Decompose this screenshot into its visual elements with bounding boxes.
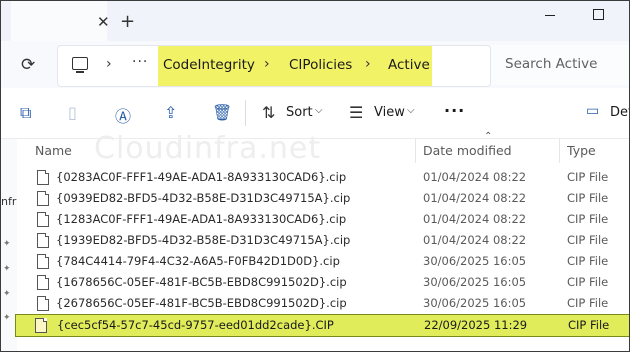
file-name: {1939ED82-BFD5-4D32-B58E-D31D3C49715A}.c… xyxy=(56,233,351,247)
file-date: 30/06/2025 16:05 xyxy=(423,296,527,310)
address-bar-row: ⟳ › ··· CodeIntegrity › CIPolicies › Act… xyxy=(1,41,629,88)
column-divider[interactable] xyxy=(559,139,560,163)
sort-up-icon: ⌃ xyxy=(484,131,493,142)
file-name: {2678656C-05EF-481F-BC5B-EBD8C991502D}.c… xyxy=(56,296,347,310)
breadcrumb-cipolicies[interactable]: CIPolicies xyxy=(289,57,352,73)
file-row[interactable]: {1939ED82-BFD5-4D32-B58E-D31D3C49715A}.c… xyxy=(18,230,629,251)
file-name: {0939ED82-BFD5-4D32-B58E-D31D3C49715A}.c… xyxy=(56,191,351,205)
file-icon xyxy=(37,275,49,290)
file-row[interactable]: {784C4414-79F4-4C32-A6A5-F0FB42D1D0D}.ci… xyxy=(18,251,629,272)
file-row[interactable]: {0283AC0F-FFF1-49AE-ADA1-8A933130CAD6}.c… xyxy=(18,167,629,188)
file-date: 01/04/2024 08:22 xyxy=(423,212,527,226)
file-list: Cloudinfra.net Name ⌃ Date modified Type… xyxy=(15,131,629,351)
search-input[interactable]: Search Active xyxy=(505,56,597,72)
file-type: CIP File xyxy=(567,254,609,268)
chevron-right-icon[interactable]: › xyxy=(365,56,371,72)
file-row[interactable]: {0939ED82-BFD5-4D32-B58E-D31D3C49715A}.c… xyxy=(18,188,629,209)
file-type: CIP File xyxy=(567,275,609,289)
pin-icon: ✦ xyxy=(3,313,11,323)
column-divider[interactable] xyxy=(415,139,416,163)
title-bar: ✕ + xyxy=(1,1,629,41)
file-icon xyxy=(37,170,49,185)
chevron-down-icon[interactable]: ⌵ xyxy=(315,105,323,116)
more-options-button[interactable]: ··· xyxy=(444,101,465,120)
file-icon xyxy=(37,254,49,269)
nav-partial-label[interactable]: nfr xyxy=(1,195,16,208)
file-icon xyxy=(35,318,47,333)
file-date: 30/06/2025 16:05 xyxy=(423,275,527,289)
file-row-selected[interactable]: {cec5cf54-57c7-45cd-9757-eed01dd2cade}.C… xyxy=(15,314,629,337)
file-type: CIP File xyxy=(567,212,609,226)
column-date-modified[interactable]: Date modified xyxy=(423,143,512,158)
sort-button[interactable]: Sort xyxy=(286,105,313,120)
breadcrumb-active[interactable]: Active xyxy=(388,57,430,73)
column-name[interactable]: Name xyxy=(35,143,72,158)
share-icon[interactable]: ⇪ xyxy=(164,103,177,122)
minimize-icon[interactable] xyxy=(545,15,555,16)
file-row[interactable]: {2678656C-05EF-481F-BC5B-EBD8C991502D}.c… xyxy=(18,293,629,314)
refresh-icon[interactable]: ⟳ xyxy=(21,55,35,75)
maximize-icon[interactable] xyxy=(593,9,604,20)
column-header: Name ⌃ Date modified Type xyxy=(18,131,629,163)
file-name: {0283AC0F-FFF1-49AE-ADA1-8A933130CAD6}.c… xyxy=(56,170,347,184)
file-icon xyxy=(37,296,49,311)
file-name: {1283AC0F-FFF1-49AE-ADA1-8A933130CAD6}.c… xyxy=(56,212,347,226)
file-type: CIP File xyxy=(567,191,609,205)
breadcrumb-overflow[interactable]: ··· xyxy=(132,54,148,70)
file-date: 30/06/2025 16:05 xyxy=(423,254,527,268)
file-name: {1678656C-05EF-481F-BC5B-EBD8C991502D}.c… xyxy=(56,275,347,289)
column-type[interactable]: Type xyxy=(567,143,596,158)
rename-icon[interactable]: Ⓐ xyxy=(115,103,131,127)
file-row[interactable]: {1678656C-05EF-481F-BC5B-EBD8C991502D}.c… xyxy=(18,272,629,293)
chevron-down-icon[interactable]: ⌵ xyxy=(407,105,415,116)
file-type: CIP File xyxy=(567,170,609,184)
paste-icon[interactable]: ▯ xyxy=(68,103,77,122)
file-icon xyxy=(37,233,49,248)
view-icon[interactable]: ☰ xyxy=(349,103,363,122)
new-tab-icon[interactable]: + xyxy=(120,11,135,32)
pin-icon: ✦ xyxy=(3,264,11,274)
file-type: CIP File xyxy=(568,318,610,332)
close-tab-icon[interactable]: ✕ xyxy=(97,13,110,31)
file-icon xyxy=(37,191,49,206)
view-button[interactable]: View xyxy=(374,105,405,120)
search-box[interactable]: Search Active xyxy=(491,45,629,85)
file-date: 01/04/2024 08:22 xyxy=(423,170,527,184)
file-name: {cec5cf54-57c7-45cd-9757-eed01dd2cade}.C… xyxy=(57,318,334,332)
file-explorer-window: ✕ + ⟳ › ··· CodeIntegrity › CIPolicies ›… xyxy=(0,0,630,352)
toolbar-divider xyxy=(245,100,246,126)
pin-icon: ✦ xyxy=(3,289,11,299)
file-date: 01/04/2024 08:22 xyxy=(423,191,527,205)
file-row[interactable]: {1283AC0F-FFF1-49AE-ADA1-8A933130CAD6}.c… xyxy=(18,209,629,230)
details-button[interactable]: Det xyxy=(610,105,629,120)
address-bar[interactable]: › ··· CodeIntegrity › CIPolicies › Activ… xyxy=(57,45,491,87)
copy-icon[interactable]: ⧉ xyxy=(20,103,31,123)
details-pane-icon[interactable]: ▭ xyxy=(586,103,599,119)
file-type: CIP File xyxy=(567,296,609,310)
file-type: CIP File xyxy=(567,233,609,247)
chevron-right-icon[interactable]: › xyxy=(264,56,270,72)
breadcrumb-codeintegrity[interactable]: CodeIntegrity xyxy=(163,57,255,73)
active-tab[interactable]: ✕ xyxy=(11,1,110,41)
file-name: {784C4414-79F4-4C32-A6A5-F0FB42D1D0D}.ci… xyxy=(56,254,340,268)
this-pc-icon[interactable] xyxy=(72,57,88,73)
file-date: 01/04/2024 08:22 xyxy=(423,233,527,247)
pin-icon: ✦ xyxy=(3,239,11,249)
sort-icon[interactable]: ⇅ xyxy=(262,103,275,122)
file-date: 22/09/2025 11:29 xyxy=(424,318,528,332)
chevron-right-icon[interactable]: › xyxy=(106,56,112,72)
delete-icon[interactable]: 🗑 xyxy=(212,103,232,122)
file-icon xyxy=(37,212,49,227)
